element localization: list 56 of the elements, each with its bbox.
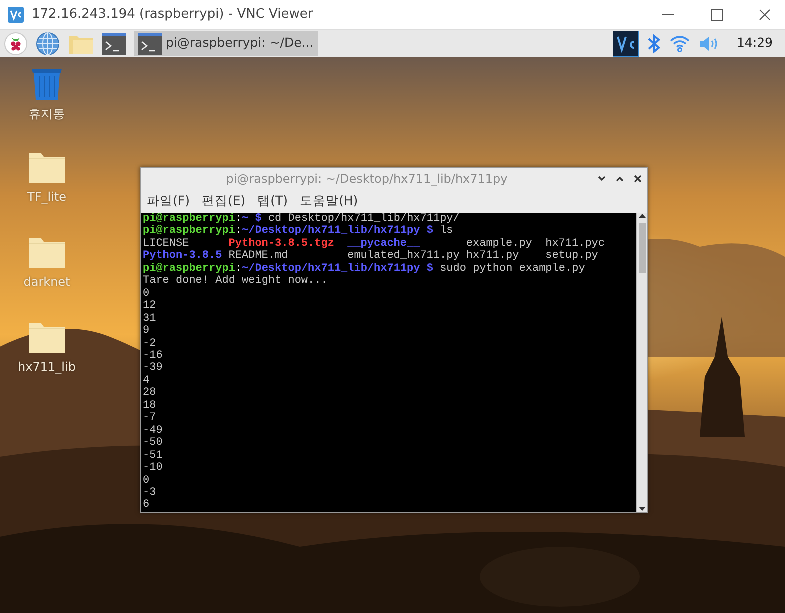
window-title: pi@raspberrypi: ~/Desktop/hx711_lib/hx711py	[225, 171, 509, 188]
file-name: example.py	[466, 238, 534, 250]
output-line: 18	[143, 400, 156, 412]
maximize-icon[interactable]	[711, 8, 723, 20]
file-name: LICENSE	[143, 238, 190, 250]
output-line: 9	[143, 325, 150, 338]
output-line: 31	[143, 312, 156, 325]
output-line: -16	[143, 350, 163, 362]
bluetooth-icon[interactable]	[646, 34, 661, 54]
scroll-down-icon[interactable]	[638, 506, 646, 512]
output-line: -51	[143, 450, 163, 462]
terminal-icon[interactable]	[102, 32, 126, 54]
scroll-up-icon[interactable]	[638, 213, 646, 219]
file-name: README.md	[228, 250, 290, 263]
output-line: -7	[143, 412, 156, 424]
file-name: Python-3.8.5	[143, 250, 222, 263]
terminal-icon	[138, 32, 162, 54]
clock: 14:29	[736, 34, 774, 52]
file-name: emulated_hx711.py	[348, 250, 460, 263]
output-line: 0	[143, 474, 150, 487]
output-line: 12	[143, 300, 156, 312]
output-line: Tare done! Add weight now...	[143, 275, 328, 288]
file-name: hx711.py	[466, 250, 520, 263]
window-title: 172.16.243.194 (raspberrypi) - VNC Viewer	[32, 6, 314, 24]
wifi-icon[interactable]	[668, 34, 691, 52]
file-name: setup.py	[546, 250, 600, 263]
prompt-line: pi@raspberrypi:~/Desktop/hx711_lib/hx711py $ sudo python example.py	[143, 262, 586, 275]
output-line: -49	[143, 424, 163, 437]
output-line: -39	[143, 362, 163, 374]
prompt-line: pi@raspberrypi:~/Desktop/hx711_lib/hx711py $ ls	[143, 225, 454, 238]
menu-item[interactable]: 도움말(H)	[294, 192, 364, 211]
menu-item[interactable]: 파일(F)	[141, 192, 196, 211]
output-line: 28	[143, 387, 156, 400]
app-icon	[8, 6, 24, 22]
app-icon[interactable]	[612, 30, 639, 56]
file-name: hx711.pyc	[546, 238, 606, 250]
output-line: 0	[143, 288, 150, 300]
icon-label[interactable]: 휴지통	[29, 105, 65, 123]
scrollbar[interactable]	[636, 213, 647, 512]
close-icon[interactable]	[759, 8, 771, 20]
file-name: __pycache__	[348, 238, 422, 250]
prompt-line: pi@raspberrypi:~ $ cd Desktop/hx711_lib/hx711py/	[143, 213, 461, 225]
output-line: -2	[143, 338, 156, 350]
output-line: -3	[143, 486, 156, 499]
globe-icon[interactable]	[36, 32, 60, 56]
menu-item[interactable]: 탭(T)	[252, 192, 294, 211]
output-line: -50	[143, 437, 163, 450]
file-name: Python-3.8.5.tgz	[228, 238, 336, 250]
raspberry-icon[interactable]	[4, 32, 28, 56]
folder-icon[interactable]	[28, 322, 66, 354]
menu-item[interactable]: 편집(E)	[196, 192, 252, 211]
output-line: 4	[143, 374, 150, 387]
output-line: -10	[143, 462, 163, 474]
output-line: 6	[143, 499, 150, 512]
task-button[interactable]: pi@raspberrypi: ~/De...	[134, 31, 318, 56]
icon-label[interactable]: hx711_lib	[18, 358, 76, 376]
